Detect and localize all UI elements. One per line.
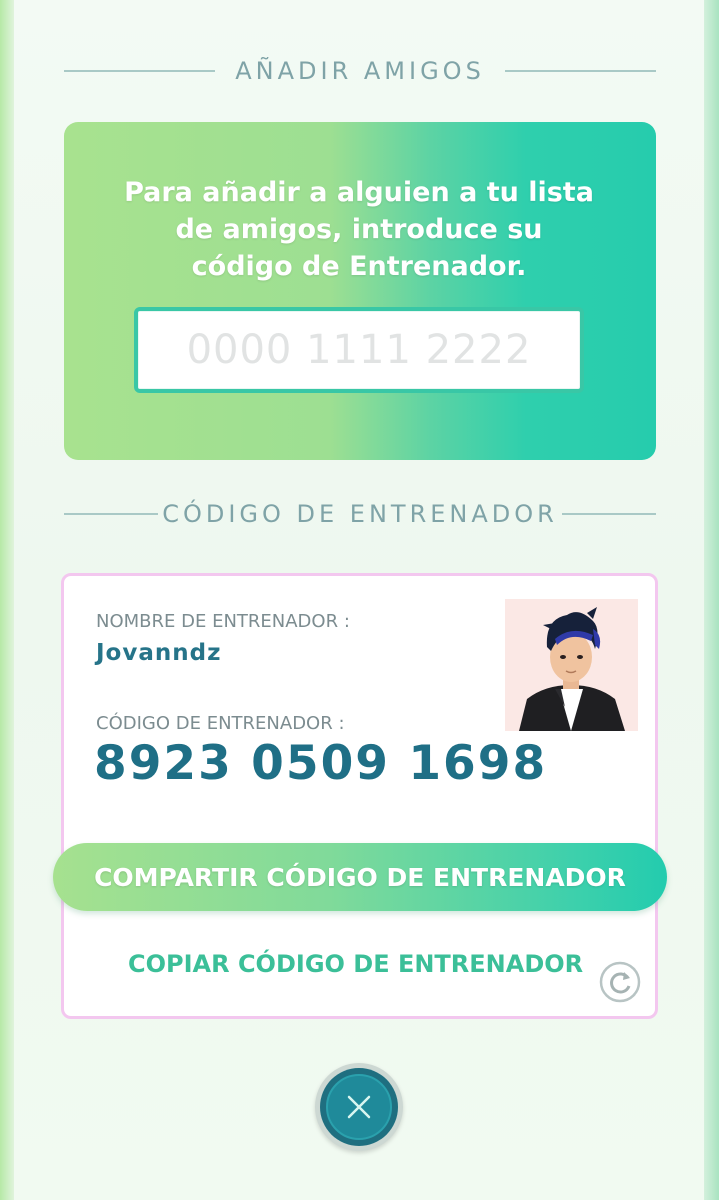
divider-line <box>64 513 159 515</box>
share-trainer-code-button[interactable]: COMPARTIR CÓDIGO DE ENTRENADOR <box>53 843 667 911</box>
close-icon <box>347 1095 371 1119</box>
avatar <box>505 599 638 731</box>
friend-code-input[interactable] <box>134 307 584 393</box>
trainer-code-label: CÓDIGO DE ENTRENADOR : <box>96 713 345 734</box>
divider-line <box>561 513 657 515</box>
close-button-face <box>326 1074 392 1140</box>
add-friends-divider: AÑADIR AMIGOS <box>64 56 657 86</box>
refresh-icon-graphic <box>599 961 641 1003</box>
copy-trainer-code-button[interactable]: COPIAR CÓDIGO DE ENTRENADOR <box>128 950 583 978</box>
trainer-code: 8923 0509 1698 <box>94 736 548 791</box>
divider-line <box>64 70 216 72</box>
close-button[interactable] <box>315 1063 403 1151</box>
close-button-ring <box>320 1068 398 1146</box>
add-friend-box: Para añadir a alguien a tu lista de amig… <box>64 122 656 460</box>
refresh-icon[interactable] <box>599 961 641 1003</box>
trainer-name: Jovanndz <box>96 640 222 666</box>
divider-line <box>504 70 657 72</box>
trainer-avatar-image <box>519 607 625 731</box>
trainer-code-divider: CÓDIGO DE ENTRENADOR <box>64 499 657 529</box>
trainer-name-label: NOMBRE DE ENTRENADOR : <box>96 611 350 632</box>
add-friend-instructions: Para añadir a alguien a tu lista de amig… <box>124 177 594 282</box>
add-friends-title: AÑADIR AMIGOS <box>235 57 485 85</box>
trainer-code-title: CÓDIGO DE ENTRENADOR <box>162 500 558 528</box>
